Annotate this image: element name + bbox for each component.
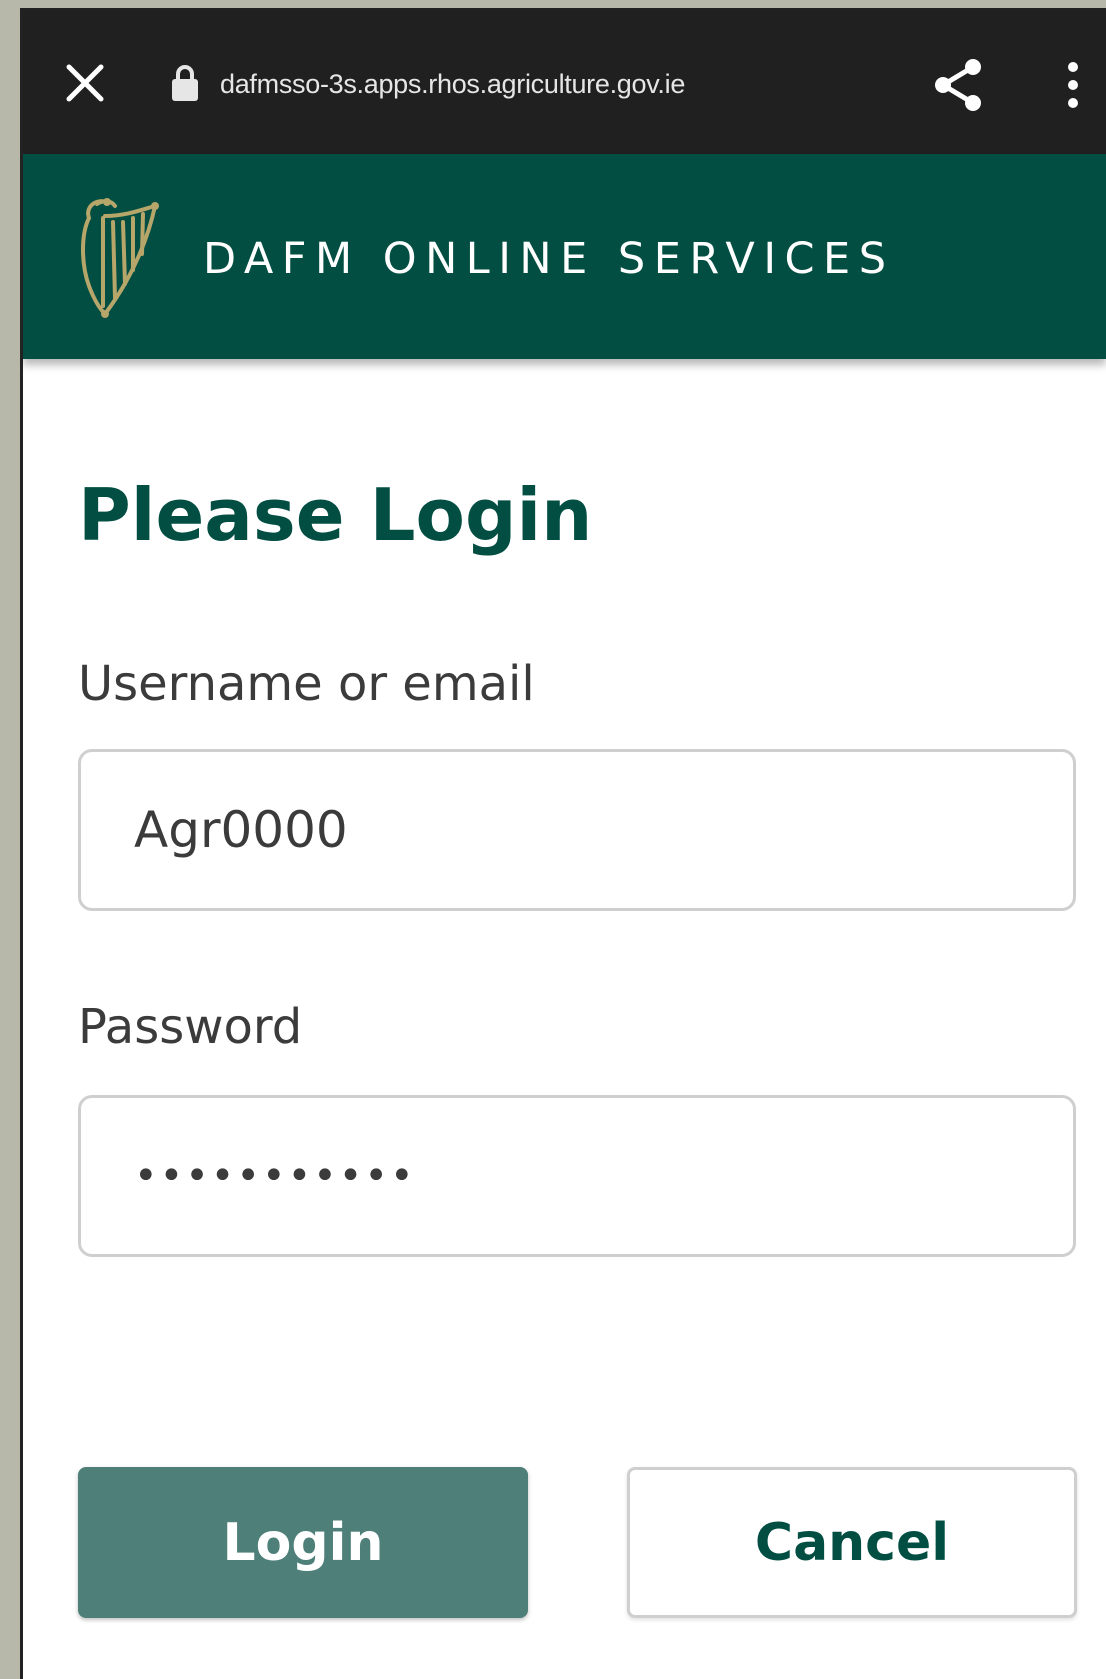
password-input[interactable] <box>78 1095 1076 1257</box>
cancel-button[interactable]: Cancel <box>627 1467 1077 1618</box>
page-title: Please Login <box>78 473 593 557</box>
more-vert-icon[interactable] <box>1063 61 1083 109</box>
site-header: DAFM ONLINE SERVICES <box>23 154 1106 359</box>
app-window: dafmsso-3s.apps.rhos.agriculture.gov.ie <box>20 8 1106 1679</box>
share-icon[interactable] <box>931 57 985 113</box>
lock-icon <box>170 63 200 103</box>
password-label: Password <box>78 999 303 1055</box>
username-label: Username or email <box>78 656 535 712</box>
close-icon[interactable] <box>63 61 107 105</box>
harp-icon <box>75 194 161 320</box>
url-text[interactable]: dafmsso-3s.apps.rhos.agriculture.gov.ie <box>220 69 685 100</box>
username-input[interactable] <box>78 749 1076 911</box>
browser-toolbar: dafmsso-3s.apps.rhos.agriculture.gov.ie <box>23 11 1106 154</box>
login-button[interactable]: Login <box>78 1467 528 1618</box>
site-title: DAFM ONLINE SERVICES <box>203 234 895 284</box>
